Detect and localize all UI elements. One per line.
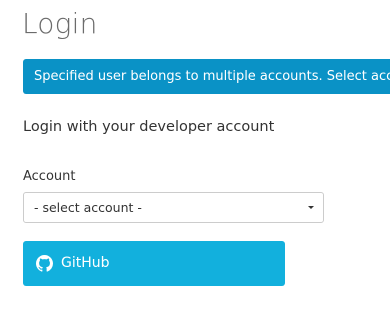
account-select[interactable]: - select account - — [23, 192, 324, 223]
page-title: Login — [22, 7, 98, 40]
github-login-button[interactable]: GitHub — [23, 241, 285, 286]
login-subtitle: Login with your developer account — [23, 119, 275, 135]
alert-banner: Specified user belongs to multiple accou… — [23, 59, 390, 94]
alert-message: Specified user belongs to multiple accou… — [34, 69, 390, 84]
github-button-label: GitHub — [61, 255, 110, 271]
account-label: Account — [23, 169, 76, 184]
github-icon — [36, 255, 53, 272]
caret-down-icon — [308, 206, 314, 209]
account-select-value: - select account - — [34, 200, 142, 215]
